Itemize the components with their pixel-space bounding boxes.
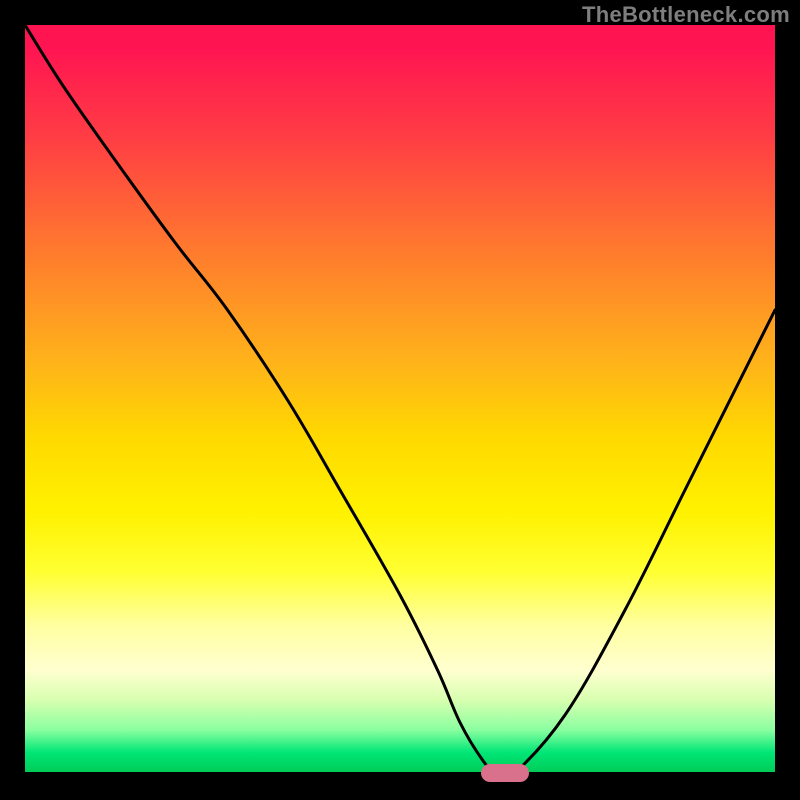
chart-frame: TheBottleneck.com (0, 0, 800, 800)
bottleneck-curve (25, 25, 775, 775)
plot-area (25, 25, 775, 775)
optimum-marker (481, 764, 529, 782)
